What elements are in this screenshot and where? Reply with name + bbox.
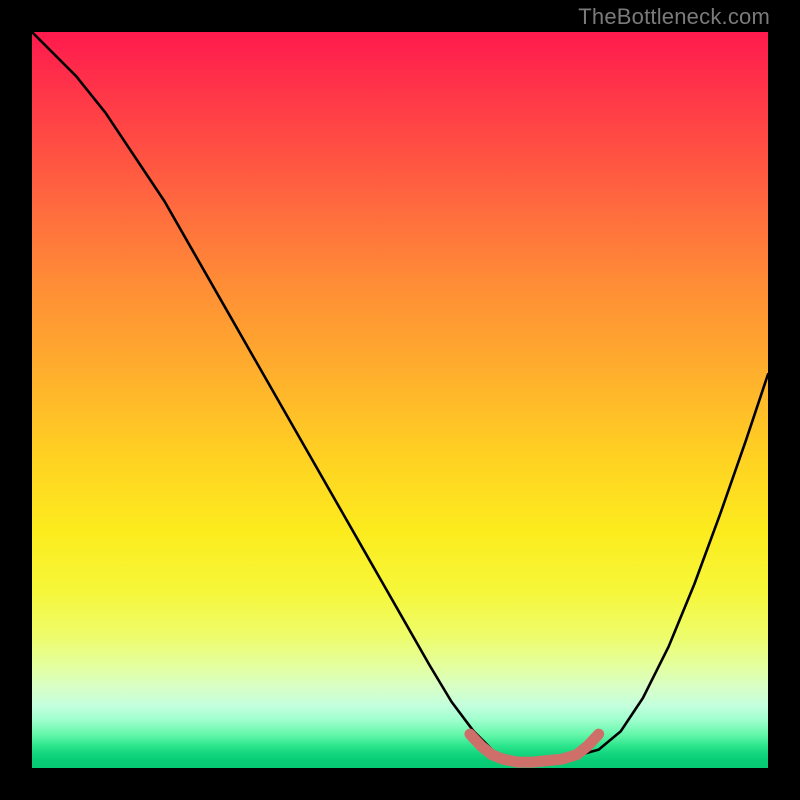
optimal-band-path bbox=[470, 734, 599, 762]
chart-frame: TheBottleneck.com bbox=[0, 0, 800, 800]
bottleneck-curve-path bbox=[32, 32, 768, 761]
plot-area bbox=[32, 32, 768, 768]
curve-layer bbox=[32, 32, 768, 768]
watermark-text: TheBottleneck.com bbox=[578, 4, 770, 30]
